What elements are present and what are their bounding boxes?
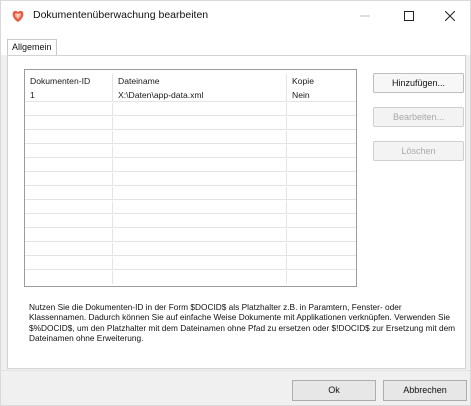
cell-copy: Nein — [292, 90, 310, 100]
empty-row[interactable] — [25, 243, 356, 256]
app-logo-icon: T — [12, 10, 24, 22]
empty-row[interactable] — [25, 271, 356, 284]
maximize-icon — [404, 11, 414, 21]
add-button[interactable]: Hinzufügen... — [373, 73, 464, 93]
cell-filename: X:\Daten\app-data.xml — [113, 89, 287, 101]
maximize-button[interactable] — [390, 1, 428, 31]
cancel-button[interactable]: Abbrechen — [383, 380, 467, 401]
empty-row[interactable] — [25, 215, 356, 228]
empty-row[interactable] — [25, 103, 356, 116]
table-row[interactable]: 1 X:\Daten\app-data.xml Nein — [25, 89, 356, 102]
documents-table[interactable]: Dokumenten-ID Dateiname Kopie 1 X:\Daten… — [24, 69, 357, 287]
edit-button[interactable]: Bearbeiten... — [373, 107, 464, 127]
column-header-copy[interactable]: Kopie — [287, 74, 356, 89]
window-title: Dokumentenüberwachung bearbeiten — [33, 9, 209, 21]
minimize-icon — [360, 15, 370, 17]
empty-row[interactable] — [25, 229, 356, 242]
empty-row[interactable] — [25, 145, 356, 158]
delete-button[interactable]: Löschen — [373, 141, 464, 161]
close-icon — [445, 11, 455, 21]
empty-row[interactable] — [25, 131, 356, 144]
empty-row[interactable] — [25, 201, 356, 214]
empty-row[interactable] — [25, 173, 356, 186]
column-header-filename[interactable]: Dateiname — [113, 74, 287, 89]
title-bar[interactable]: T Dokumentenüberwachung bearbeiten — [1, 1, 470, 31]
empty-row[interactable] — [25, 257, 356, 270]
tab-allgemein[interactable]: Allgemein — [7, 39, 57, 56]
ok-button[interactable]: Ok — [292, 380, 376, 401]
close-button[interactable] — [431, 1, 469, 31]
column-header-id[interactable]: Dokumenten-ID — [25, 74, 113, 89]
empty-row[interactable] — [25, 187, 356, 200]
info-text: Nutzen Sie die Dokumenten-ID in der Form… — [29, 302, 456, 344]
table-header: Dokumenten-ID Dateiname Kopie — [25, 74, 356, 89]
minimize-button[interactable] — [346, 1, 384, 31]
empty-row[interactable] — [25, 117, 356, 130]
dialog-window: T Dokumentenüberwachung bearbeiten Allge… — [0, 0, 471, 406]
cell-id: 1 — [25, 89, 113, 101]
tab-strip: Allgemein — [1, 31, 470, 56]
footer-divider — [1, 370, 470, 371]
empty-row[interactable] — [25, 159, 356, 172]
